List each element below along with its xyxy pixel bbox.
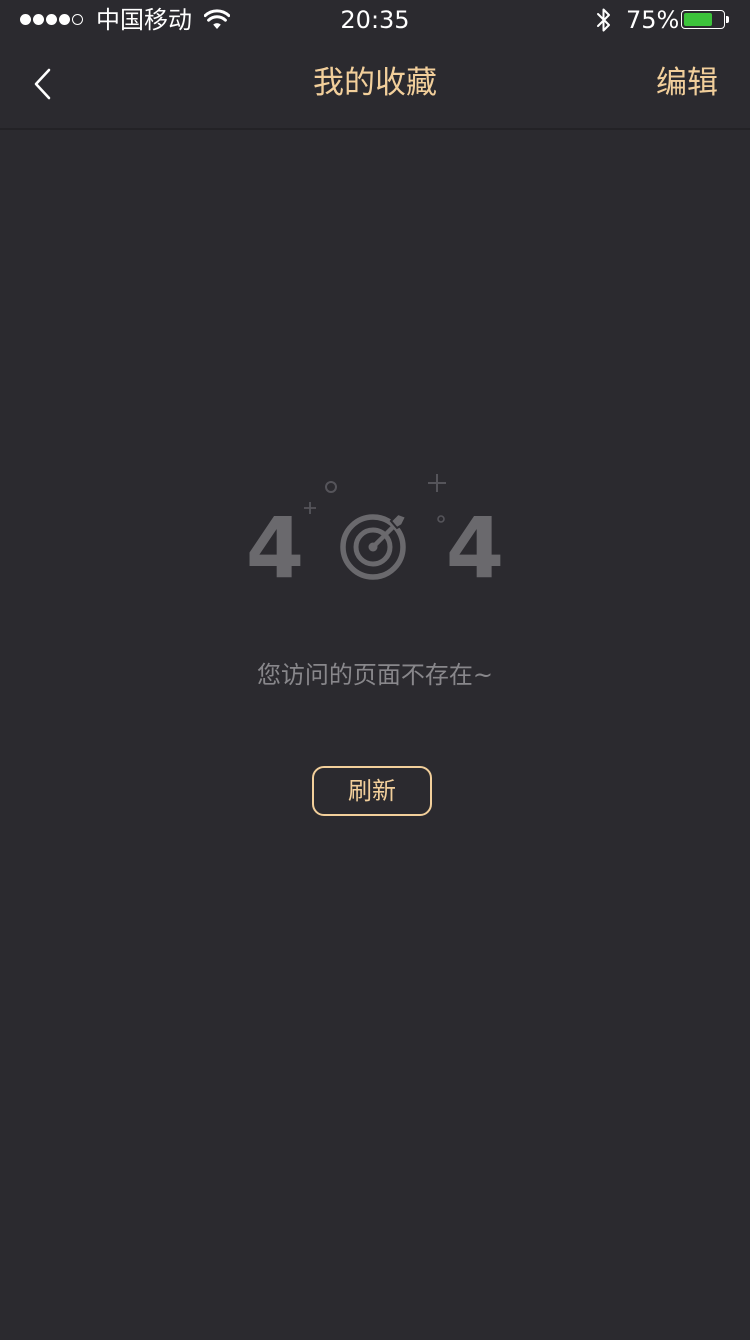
error-code-left-digit: 4 (246, 499, 304, 590)
status-bar: 中国移动 20:35 75% (0, 0, 750, 40)
screen: 中国移动 20:35 75% 我的收藏 编辑 4 4 您访问的页面不存在~ 刷新 (0, 0, 750, 1340)
navigation-bar: 我的收藏 编辑 (0, 40, 750, 130)
refresh-button[interactable]: 刷新 (312, 766, 432, 816)
bluetooth-icon (597, 8, 610, 32)
battery-percentage: 75% (626, 6, 680, 34)
battery-icon (681, 10, 725, 29)
error-404-illustration: 4 4 (246, 474, 504, 590)
edit-button[interactable]: 编辑 (656, 62, 718, 104)
target-arrow-icon (340, 512, 408, 580)
page-title: 我的收藏 (313, 65, 437, 101)
battery-level-fill (684, 13, 712, 26)
error-code-right-digit: 4 (446, 499, 504, 590)
error-message: 您访问的页面不存在~ (256, 661, 494, 689)
battery-cap (726, 16, 729, 23)
